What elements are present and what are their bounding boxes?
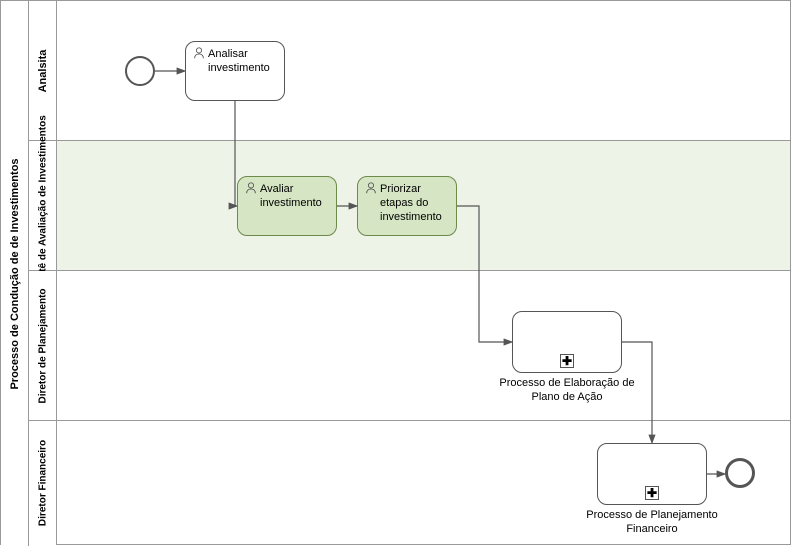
- lane-title-analista: Analsita: [37, 49, 49, 92]
- lane-body-comite: Avaliar investimento Priorizar etapas do…: [57, 141, 790, 270]
- task-avaliar-label: Avaliar investimento: [260, 183, 330, 211]
- task-priorizar-label: Priorizar etapas do investimento: [380, 183, 450, 224]
- subprocess-plano-acao-label: Processo de Elaboração de Plano de Ação: [487, 377, 647, 405]
- lane-body-diretor-financeiro: ✚ Processo de Planejamento Financeiro: [57, 421, 790, 545]
- lane-comite: Comitê de Avaliação de Investimentos Ava…: [29, 141, 790, 271]
- lane-label-comite: Comitê de Avaliação de Investimentos: [29, 141, 57, 270]
- expand-icon: ✚: [560, 354, 574, 368]
- pool-label: Processo de Condução de de Investimentos: [1, 1, 29, 546]
- expand-icon: ✚: [645, 486, 659, 500]
- user-icon: [364, 181, 378, 195]
- lane-label-diretor-planejamento: Diretor de Planejamento: [29, 271, 57, 420]
- lane-title-diretor-planejamento: Diretor de Planejamento: [37, 288, 48, 403]
- user-icon: [244, 181, 258, 195]
- end-event: [725, 458, 755, 488]
- lanes-container: Analsita Analisar investimento Comitê de…: [29, 1, 790, 544]
- pool-title: Processo de Condução de de Investimentos: [9, 158, 21, 389]
- subprocess-plano-acao: ✚: [512, 311, 622, 373]
- subprocess-planejamento-financeiro-label: Processo de Planejamento Financeiro: [572, 509, 732, 537]
- bpmn-diagram: Processo de Condução de de Investimentos…: [0, 0, 791, 545]
- lane-title-comite: Comitê de Avaliação de Investimentos: [37, 115, 48, 297]
- task-priorizar: Priorizar etapas do investimento: [357, 176, 457, 236]
- task-analisar-label: Analisar investimento: [208, 48, 278, 76]
- lane-title-diretor-financeiro: Diretor Financeiro: [37, 440, 48, 526]
- start-event: [125, 56, 155, 86]
- lane-body-diretor-planejamento: ✚ Processo de Elaboração de Plano de Açã…: [57, 271, 790, 420]
- lane-diretor-planejamento: Diretor de Planejamento ✚ Processo de El…: [29, 271, 790, 421]
- subprocess-planejamento-financeiro: ✚: [597, 443, 707, 505]
- lane-label-diretor-financeiro: Diretor Financeiro: [29, 421, 57, 545]
- task-avaliar: Avaliar investimento: [237, 176, 337, 236]
- task-analisar: Analisar investimento: [185, 41, 285, 101]
- user-icon: [192, 46, 206, 60]
- lane-body-analista: Analisar investimento: [57, 1, 790, 140]
- lane-analista: Analsita Analisar investimento: [29, 1, 790, 141]
- lane-diretor-financeiro: Diretor Financeiro ✚ Processo de Planeja…: [29, 421, 790, 545]
